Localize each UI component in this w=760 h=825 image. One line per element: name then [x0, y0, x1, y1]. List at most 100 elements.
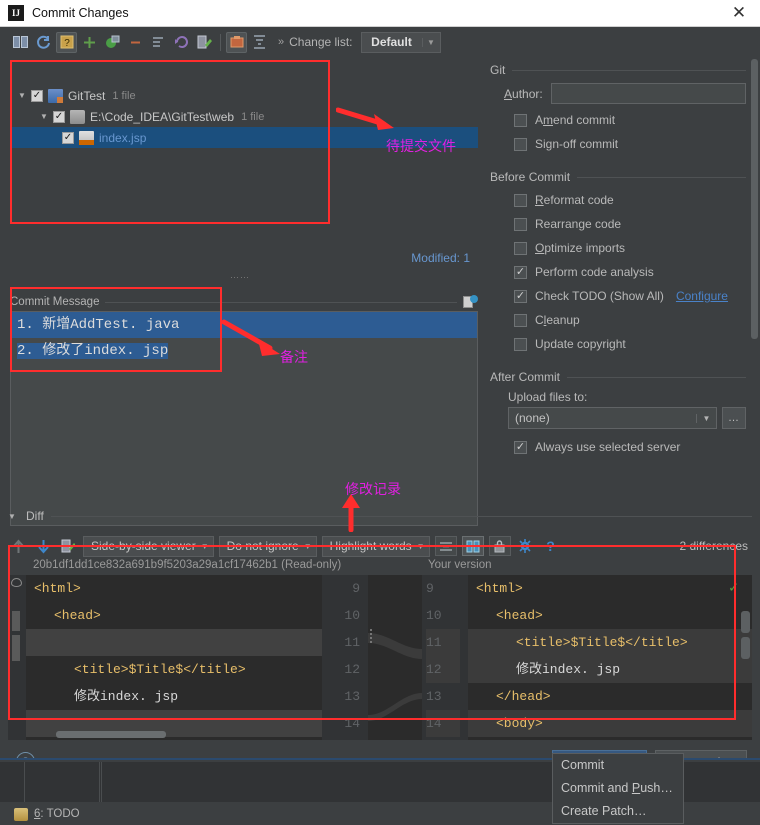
unversioned-files-icon[interactable]: ? — [56, 31, 77, 53]
expand-triangle-icon[interactable]: ▼ — [40, 112, 53, 121]
move-to-changelist-icon[interactable] — [226, 31, 247, 53]
upload-server-value: (none) — [515, 411, 550, 425]
option-rearrange-code[interactable]: Rearrange code — [514, 212, 746, 236]
option-perform-code-analysis[interactable]: ✓ Perform code analysis — [514, 260, 746, 284]
eye-icon[interactable] — [11, 578, 22, 587]
menu-item-commit[interactable]: Commit — [553, 754, 683, 777]
option-signoff-commit[interactable]: Sign-off commit — [514, 132, 746, 156]
diff-section-header: ▼ Diff — [8, 509, 752, 523]
synchronize-scrolling-icon[interactable] — [461, 536, 484, 556]
option-reformat-code[interactable]: Reformat code — [514, 188, 746, 212]
diff-left-hscrollbar[interactable] — [56, 731, 166, 738]
code-line: <body> — [468, 710, 752, 737]
chevron-down-icon[interactable]: ▼ — [696, 413, 716, 423]
revert-icon[interactable] — [102, 32, 123, 53]
checkbox[interactable] — [514, 113, 527, 127]
remove-icon[interactable] — [125, 32, 146, 53]
configure-todo-link[interactable]: Configure — [676, 289, 728, 303]
option-label: Reformat code — [535, 193, 614, 207]
commit-message-history-icon[interactable] — [463, 295, 478, 309]
expand-collapse-icon[interactable] — [249, 32, 270, 53]
scrollbar-thumb[interactable] — [751, 59, 758, 339]
tree-row-folder[interactable]: ▼ ✓ E:\Code_IDEA\GitTest\web 1 file — [10, 106, 478, 127]
checkbox[interactable]: ✓ — [514, 289, 527, 303]
add-icon[interactable] — [79, 32, 100, 53]
menu-item-create-patch[interactable]: Create Patch… — [553, 800, 683, 823]
commit-dropdown-menu[interactable]: Commit Commit and Push… Create Patch… — [552, 753, 684, 824]
gear-icon[interactable] — [516, 536, 536, 556]
diff-left-code[interactable]: <html> <head> <title>$Title$</title> 修改i… — [26, 575, 322, 740]
scrollbar-thumb[interactable] — [741, 611, 750, 633]
diff-viewer-select[interactable]: Side-by-side viewer ▼ — [83, 535, 214, 557]
option-optimize-imports[interactable]: Optimize imports — [514, 236, 746, 260]
todo-label[interactable]: 6: TODO — [34, 808, 80, 820]
checkbox[interactable]: ✓ — [31, 89, 43, 102]
diff-viewer[interactable]: <html> <head> <title>$Title$</title> 修改i… — [8, 575, 752, 740]
diff-highlight-select[interactable]: Highlight words ▼ — [321, 535, 430, 557]
show-diff-icon[interactable] — [10, 32, 31, 53]
checkbox[interactable] — [514, 217, 527, 231]
checkbox[interactable] — [514, 137, 527, 151]
checkbox[interactable]: ✓ — [53, 110, 65, 123]
checkbox[interactable]: ✓ — [514, 440, 527, 454]
more-actions-chevron-icon[interactable]: » — [278, 36, 284, 48]
checkbox[interactable] — [514, 337, 527, 351]
diff-right-vscrollbar[interactable] — [741, 603, 750, 713]
checkbox[interactable] — [514, 193, 527, 207]
browse-servers-button[interactable]: … — [722, 407, 746, 429]
change-marker[interactable] — [12, 611, 20, 631]
collapse-triangle-icon[interactable]: ▼ — [8, 512, 19, 521]
change-marker[interactable] — [12, 635, 20, 661]
section-divider — [567, 376, 746, 378]
diff-toolbar: Side-by-side viewer ▼ Do not ignore ▼ Hi… — [8, 533, 752, 559]
line-number: 9 — [426, 581, 434, 596]
upload-server-select[interactable]: (none) ▼ — [508, 407, 717, 429]
line-number: 12 — [426, 656, 460, 683]
window-titlebar: IJ Commit Changes ✕ — [0, 0, 760, 27]
diff-ignore-select[interactable]: Do not ignore ▼ — [218, 535, 317, 557]
chevron-down-icon[interactable]: ▼ — [417, 542, 425, 551]
help-icon[interactable]: ? — [541, 536, 561, 556]
close-icon[interactable]: ✕ — [726, 2, 752, 24]
scrollbar-thumb[interactable] — [741, 637, 750, 659]
arrow-down-icon[interactable] — [33, 536, 53, 556]
checkbox[interactable]: ✓ — [514, 265, 527, 279]
collapse-unchanged-icon[interactable] — [434, 536, 457, 556]
author-field[interactable] — [550, 83, 746, 104]
jump-to-source-icon[interactable] — [58, 536, 78, 556]
panel-splitter-handle[interactable]: ⋯⋯ — [230, 272, 250, 283]
chevron-down-icon[interactable]: ▼ — [304, 542, 312, 551]
option-always-use-selected-server[interactable]: ✓ Always use selected server — [514, 435, 746, 459]
checkbox[interactable] — [514, 241, 527, 255]
toolbar-separator — [220, 33, 221, 51]
read-only-lock-icon[interactable] — [488, 536, 511, 556]
diff-right-linenumbers: 9 10 11 12 13 14 — [422, 575, 468, 740]
chevron-down-icon[interactable]: ▼ — [421, 37, 440, 47]
option-update-copyright[interactable]: Update copyright — [514, 332, 746, 356]
rollback-icon[interactable] — [171, 32, 192, 53]
diff-pane-titles: 20b1df1dd1ce832a691b9f5203a29a1cf17462b1… — [8, 559, 752, 575]
option-cleanup[interactable]: Cleanup — [514, 308, 746, 332]
option-amend-commit[interactable]: Amend commit — [514, 108, 746, 132]
diff-right-code[interactable]: <html> <head> <title>$Title$</title> 修改i… — [468, 575, 752, 740]
diff-left-gutter — [8, 575, 26, 740]
options-scrollbar[interactable] — [750, 59, 759, 489]
checkbox[interactable] — [514, 313, 527, 327]
commit-options-panel: Git Author: Amend commit Sign-off commit… — [484, 55, 760, 505]
accept-change-icon[interactable]: ✓ — [729, 578, 738, 597]
git-section-header: Git — [490, 63, 746, 77]
changed-files-tree[interactable]: ▼ ✓ GitTest 1 file ▼ ✓ E:\Code_IDEA\GitT… — [10, 85, 478, 245]
section-divider — [577, 176, 746, 178]
tree-row-module[interactable]: ▼ ✓ GitTest 1 file — [10, 85, 478, 106]
line-number: 10 — [344, 608, 360, 623]
changelist-select[interactable]: Default ▼ — [360, 31, 441, 53]
menu-item-commit-and-push[interactable]: Commit and Push… — [553, 777, 683, 800]
checkbox[interactable]: ✓ — [62, 131, 74, 144]
edit-source-icon[interactable] — [194, 32, 215, 53]
expand-triangle-icon[interactable]: ▼ — [18, 91, 31, 100]
chevron-down-icon[interactable]: ▼ — [201, 542, 209, 551]
refresh-icon[interactable] — [33, 32, 54, 53]
arrow-up-icon[interactable] — [8, 536, 28, 556]
option-check-todo[interactable]: ✓ Check TODO (Show All) Configure — [514, 284, 746, 308]
group-by-icon[interactable] — [148, 32, 169, 53]
